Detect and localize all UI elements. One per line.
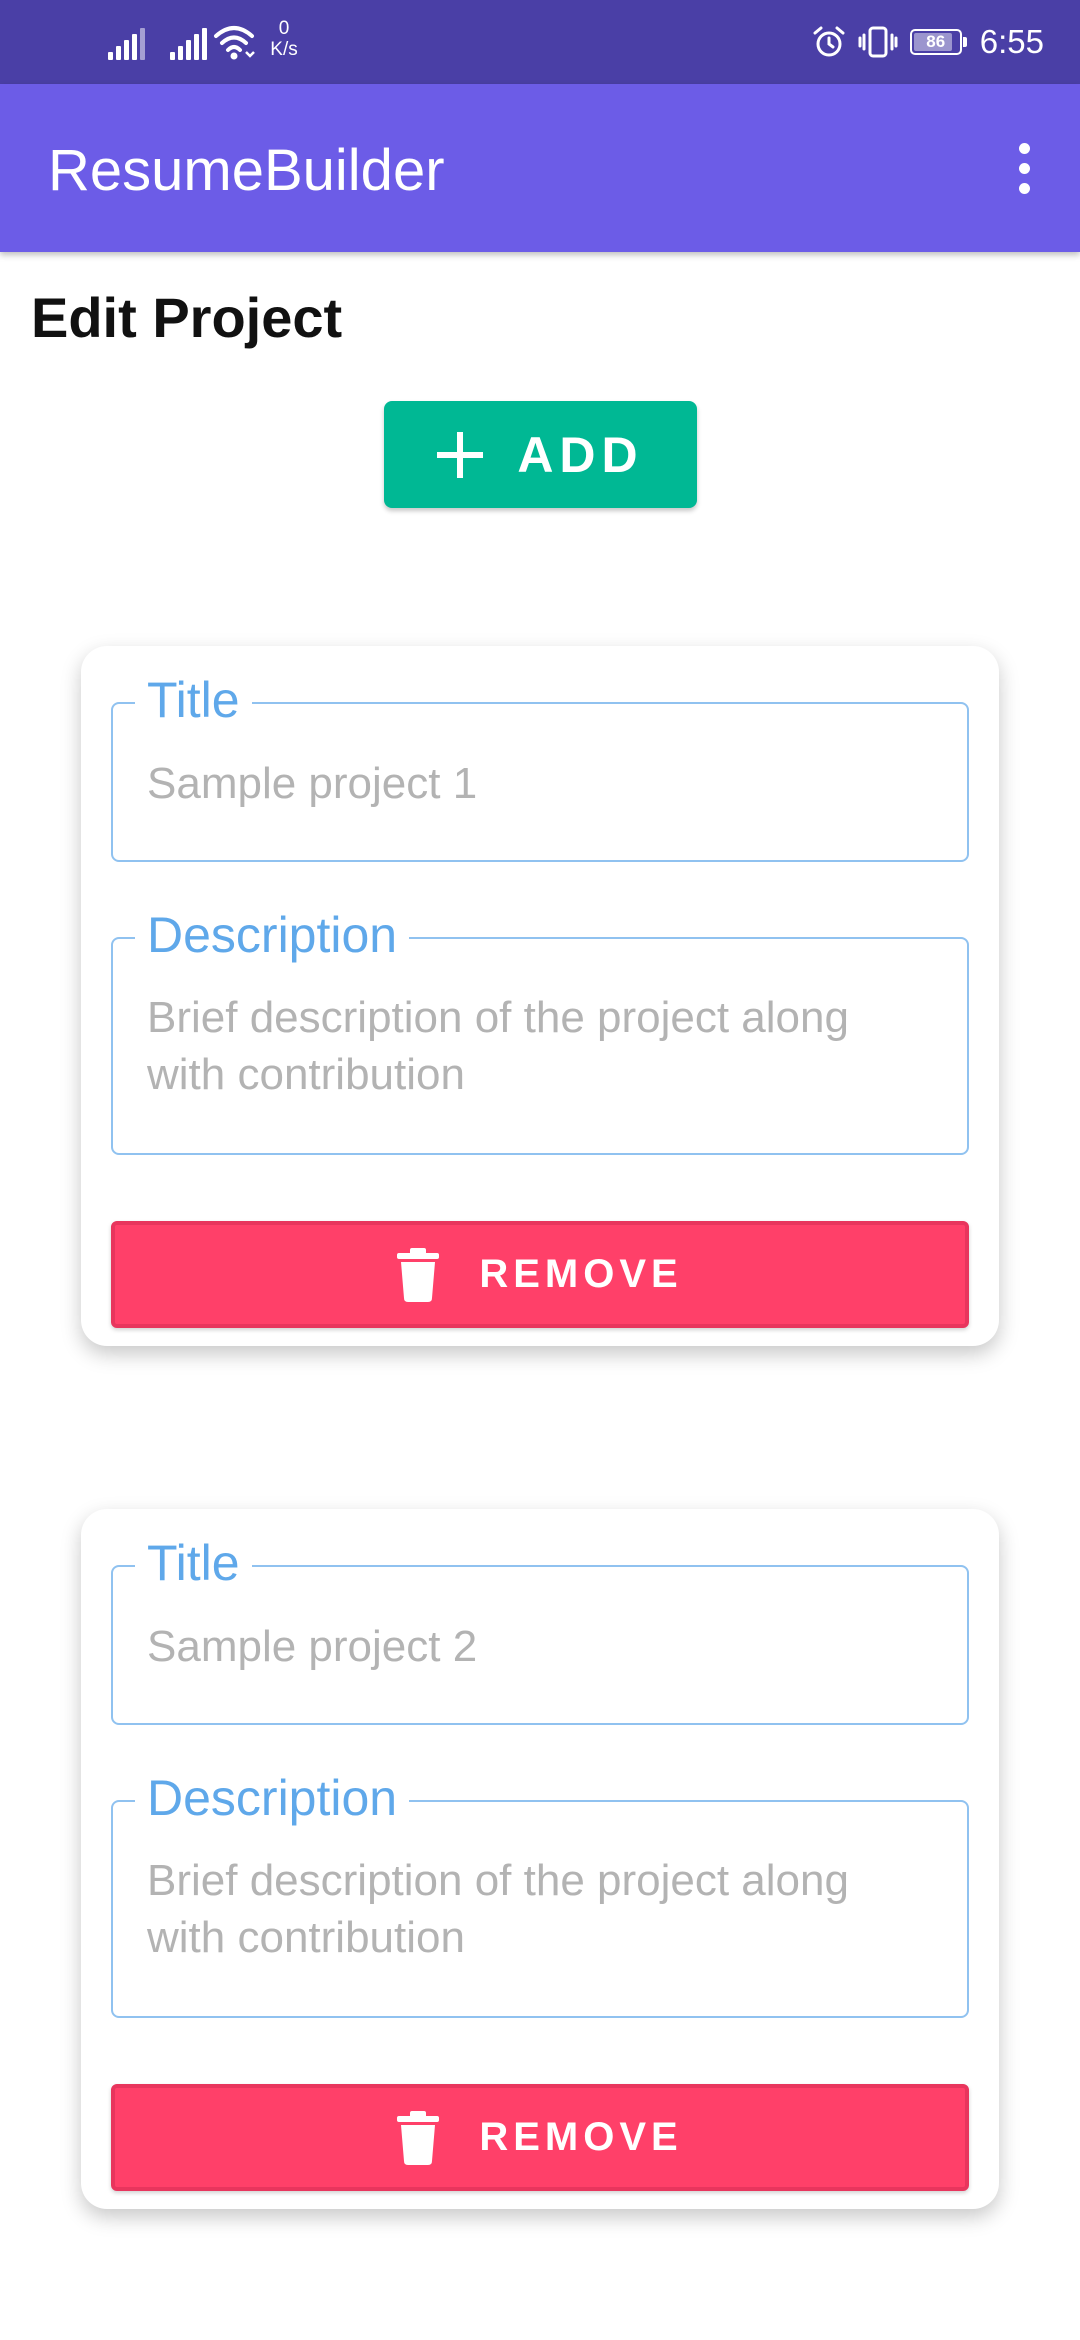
description-field[interactable]: Description Brief description of the pro… — [111, 1768, 969, 2018]
title-field-value: Sample project 2 — [147, 1622, 478, 1671]
trash-icon — [397, 2110, 440, 2165]
status-right: 86 6:55 — [812, 16, 1044, 68]
title-field[interactable]: Title Sample project 2 — [111, 1533, 969, 1725]
status-bar: 0 K/s 86 6:55 — [0, 0, 1080, 84]
remove-button-label: REMOVE — [479, 1252, 683, 1296]
more-vert-icon[interactable] — [988, 128, 1060, 208]
project-card: Title Sample project 2 Description Brief… — [81, 1509, 999, 2209]
network-speed-value: 0 — [278, 18, 290, 39]
title-field-value: Sample project 1 — [147, 759, 478, 808]
network-speed: 0 K/s — [262, 18, 306, 60]
title-field-label: Title — [135, 670, 252, 730]
project-card: Title Sample project 1 Description Brief… — [81, 646, 999, 1346]
add-button[interactable]: ADD — [384, 401, 697, 508]
battery-icon: 86 — [909, 29, 967, 55]
description-field-label: Description — [135, 905, 410, 965]
title-field[interactable]: Title Sample project 1 — [111, 670, 969, 862]
trash-icon — [397, 1247, 440, 1302]
description-field-value: Brief description of the project along w… — [147, 993, 849, 1099]
app-title: ResumeBuilder — [48, 138, 445, 203]
remove-button[interactable]: REMOVE — [111, 2084, 969, 2191]
signal-icon — [170, 26, 207, 60]
signal-icon — [108, 26, 145, 60]
add-button-label: ADD — [517, 426, 644, 483]
alarm-icon — [813, 26, 845, 57]
network-speed-unit: K/s — [270, 39, 298, 60]
clock: 6:55 — [979, 23, 1044, 60]
remove-button-label: REMOVE — [479, 2115, 683, 2159]
wifi-icon — [214, 26, 255, 60]
description-field-value: Brief description of the project along w… — [147, 1856, 849, 1962]
plus-icon — [437, 431, 484, 478]
app-bar: ResumeBuilder — [0, 84, 1080, 252]
vibrate-icon — [858, 26, 898, 58]
description-field[interactable]: Description Brief description of the pro… — [111, 905, 969, 1155]
page-title: Edit Project — [31, 286, 343, 349]
remove-button[interactable]: REMOVE — [111, 1221, 969, 1328]
description-field-label: Description — [135, 1768, 410, 1828]
title-field-label: Title — [135, 1533, 252, 1593]
battery-percent: 86 — [926, 32, 946, 51]
